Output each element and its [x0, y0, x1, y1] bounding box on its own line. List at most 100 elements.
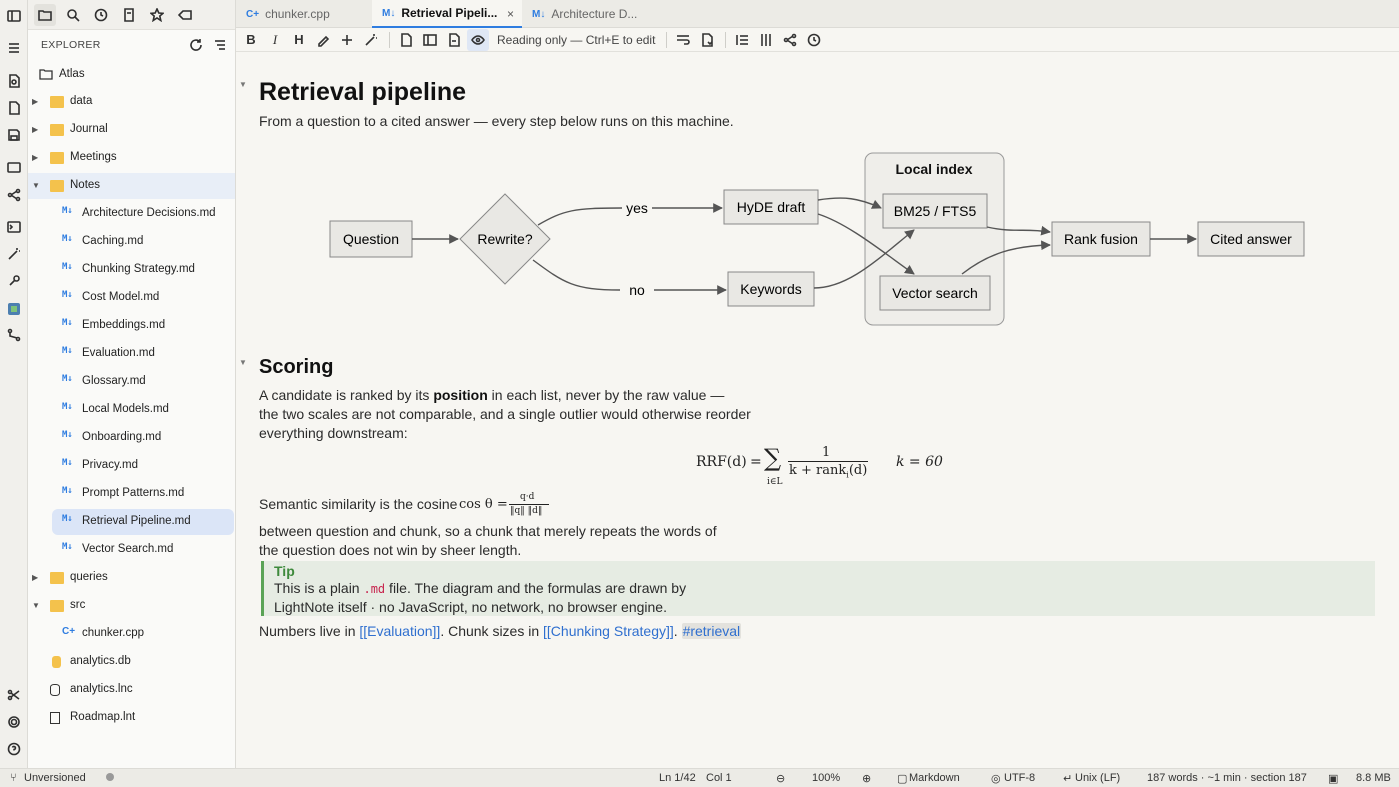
insert-icon[interactable] — [336, 29, 358, 51]
tree-item[interactable]: M↓ Retrieval Pipeline.md — [52, 509, 234, 535]
collapse-all-icon[interactable] — [213, 38, 227, 55]
formula-lhs: RRF(d) — [696, 454, 747, 470]
rrf-formula: RRF(d) = ∑ i∈L 1 k + ranki(d) k = 60 — [696, 444, 956, 494]
scrollbar[interactable] — [1390, 54, 1398, 766]
cursor-line[interactable]: Ln 1/42 — [659, 772, 696, 784]
wiki-link-evaluation[interactable]: [[Evaluation]] — [359, 623, 440, 639]
tree-item[interactable]: M↓ Chunking Strategy.md — [28, 257, 235, 283]
highlight-icon[interactable] — [312, 29, 334, 51]
chevron-right-icon[interactable]: ▶ — [32, 125, 40, 134]
tree-item[interactable]: M↓ Caching.md — [28, 229, 235, 255]
wrap-icon[interactable] — [672, 29, 694, 51]
app-icon[interactable] — [4, 299, 24, 319]
tree-item[interactable]: ▶ queries — [28, 565, 235, 591]
tree-item[interactable]: M↓ Cost Model.md — [28, 285, 235, 311]
line-ending[interactable]: Unix (LF) — [1075, 772, 1120, 784]
tip-line-1: This is a plain .md file. The diagram an… — [274, 580, 686, 596]
fold-icon[interactable]: ▼ — [239, 80, 247, 89]
refresh-icon[interactable] — [189, 38, 203, 55]
heading-button[interactable]: H — [288, 29, 310, 51]
window-icon[interactable] — [4, 157, 24, 177]
tree-item[interactable]: Roadmap.lnt — [28, 705, 235, 731]
new-file-icon[interactable] — [4, 98, 24, 118]
encoding[interactable]: UTF-8 — [1004, 772, 1035, 784]
export-icon[interactable] — [696, 29, 718, 51]
zoom-out-icon[interactable]: ⊖ — [776, 772, 785, 785]
save-icon[interactable] — [4, 125, 24, 145]
split-view-icon[interactable] — [419, 29, 441, 51]
chevron-down-icon[interactable]: ▼ — [32, 601, 40, 610]
graph-icon[interactable] — [4, 185, 24, 205]
tree-item[interactable]: analytics.lnc — [28, 677, 235, 703]
tree-item[interactable]: M↓ Architecture Decisions.md — [28, 201, 235, 227]
tab-retrieval-pipeline[interactable]: M↓ Retrieval Pipeli... × — [372, 0, 522, 28]
numbered-list-icon[interactable] — [731, 29, 753, 51]
text-span: This is a plain — [274, 580, 364, 596]
chevron-right-icon[interactable]: ▶ — [32, 573, 40, 582]
new-note-icon[interactable] — [4, 71, 24, 91]
preview-doc-icon[interactable] — [443, 29, 465, 51]
cursor-col[interactable]: Col 1 — [706, 772, 732, 784]
sliders-icon[interactable] — [755, 29, 777, 51]
tree-item[interactable]: ▶ Journal — [28, 117, 235, 143]
star-icon[interactable] — [146, 4, 168, 26]
history-icon[interactable] — [803, 29, 825, 51]
tree-root[interactable]: Atlas — [28, 61, 235, 87]
sidebar-toggle-icon[interactable] — [4, 6, 24, 26]
chevron-down-icon[interactable]: ▼ — [32, 181, 40, 190]
vcs-status[interactable]: Unversioned — [24, 772, 86, 784]
tree-item[interactable]: ▼ src — [28, 593, 235, 619]
document-icon[interactable] — [395, 29, 417, 51]
tree-item[interactable]: M↓ Prompt Patterns.md — [28, 481, 235, 507]
history-icon[interactable] — [90, 4, 112, 26]
tree-item[interactable]: M↓ Local Models.md — [28, 397, 235, 423]
italic-button[interactable]: I — [264, 29, 286, 51]
search-icon[interactable] — [62, 4, 84, 26]
tree-item[interactable]: C+ chunker.cpp — [28, 621, 235, 647]
text-span: in each list, never by the raw value — — [487, 387, 725, 403]
tab-chunker[interactable]: C+ chunker.cpp — [236, 0, 372, 28]
menu-icon[interactable] — [4, 38, 24, 58]
help-icon[interactable] — [4, 739, 24, 759]
fold-icon[interactable]: ▼ — [239, 358, 247, 367]
tree-item[interactable]: ▶ data — [28, 89, 235, 115]
share-icon[interactable] — [779, 29, 801, 51]
tree-item[interactable]: M↓ Vector Search.md — [28, 537, 235, 563]
format-icon[interactable] — [360, 29, 382, 51]
tag-retrieval[interactable]: #retrieval — [681, 623, 742, 639]
markdown-icon: M↓ — [62, 318, 73, 328]
tree-item-label: Embeddings.md — [82, 319, 166, 331]
zoom-in-icon[interactable]: ⊕ — [862, 772, 871, 785]
scissors-icon[interactable] — [4, 685, 24, 705]
markdown-icon: M↓ — [382, 7, 396, 19]
terminal-icon[interactable] — [4, 217, 24, 237]
tree-item[interactable]: M↓ Onboarding.md — [28, 425, 235, 451]
zoom-level[interactable]: 100% — [812, 772, 840, 784]
tree-item[interactable]: M↓ Evaluation.md — [28, 341, 235, 367]
tree-item[interactable]: M↓ Privacy.md — [28, 453, 235, 479]
language-mode[interactable]: Markdown — [909, 772, 960, 784]
tree-item[interactable]: M↓ Embeddings.md — [28, 313, 235, 339]
git-icon[interactable] — [4, 325, 24, 345]
eye-icon[interactable] — [467, 28, 489, 51]
tree-item-label: Onboarding.md — [82, 431, 162, 443]
close-tab-icon[interactable]: × — [507, 7, 514, 21]
wiki-link-chunking[interactable]: [[Chunking Strategy]] — [543, 623, 674, 639]
chevron-right-icon[interactable]: ▶ — [32, 153, 40, 162]
tree-item[interactable]: M↓ Glossary.md — [28, 369, 235, 395]
tree-item[interactable]: ▼ Notes — [28, 173, 235, 199]
text-span: the two scales are not comparable, and a… — [259, 406, 751, 422]
tab-architecture[interactable]: M↓ Architecture D... — [522, 0, 662, 28]
tree-item[interactable]: ▶ Meetings — [28, 145, 235, 171]
notes-icon[interactable] — [118, 4, 140, 26]
tag-icon[interactable] — [174, 4, 196, 26]
roadmap-icon — [50, 712, 60, 724]
tools-icon[interactable] — [4, 271, 24, 291]
files-icon[interactable] — [34, 3, 56, 26]
tree-item[interactable]: analytics.db — [28, 649, 235, 675]
bold-button[interactable]: B — [240, 29, 262, 51]
settings-icon[interactable] — [4, 712, 24, 732]
magic-wand-icon[interactable] — [4, 244, 24, 264]
chevron-right-icon[interactable]: ▶ — [32, 97, 40, 106]
formula-k: k = 60 — [896, 454, 943, 470]
